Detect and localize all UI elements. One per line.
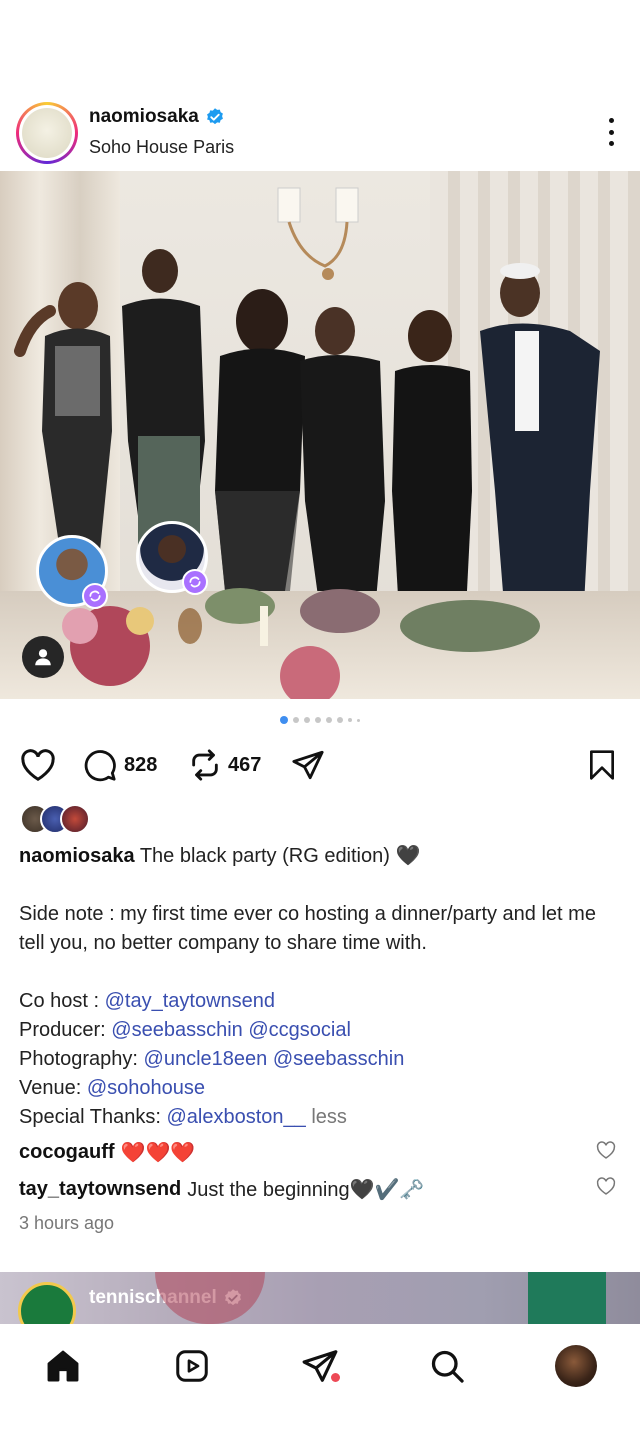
next-post-header[interactable]: tennischannel — [0, 1272, 640, 1324]
user-tags-icon[interactable] — [22, 636, 64, 678]
mention-link[interactable]: @seebasschin — [111, 1019, 242, 1041]
home-icon — [47, 1350, 79, 1382]
carousel-dot — [337, 717, 343, 723]
bookmark-icon — [590, 750, 614, 780]
repost-icon — [192, 749, 218, 781]
comment-row: cocogauff ❤️❤️❤️ — [19, 1140, 599, 1165]
venue-label: Venue: — [19, 1077, 82, 1099]
comment-row: tay_taytownsend Just the beginning🖤✔️🗝️ — [19, 1177, 599, 1202]
carousel-dot — [293, 717, 299, 723]
save-button[interactable] — [586, 748, 618, 782]
caption-side-note: Side note : my first time ever co hostin… — [19, 903, 596, 954]
collab-badge-icon — [182, 569, 208, 595]
heart-icon — [21, 749, 55, 781]
mention-link[interactable]: @uncle18een — [144, 1048, 268, 1070]
mention-link[interactable]: @ccgsocial — [248, 1019, 351, 1041]
carousel-dot — [348, 718, 352, 722]
bottom-navigation — [0, 1324, 640, 1436]
liked-by-avatars[interactable] — [20, 804, 100, 834]
carousel-dot — [315, 717, 321, 723]
comment-count: 828 — [124, 753, 158, 776]
next-post-avatar[interactable] — [18, 1282, 76, 1324]
post-actions: 828 467 — [0, 742, 640, 790]
like-button[interactable] — [20, 748, 56, 782]
profile-avatar[interactable] — [16, 102, 78, 164]
carousel-dot — [326, 717, 332, 723]
caption-username[interactable]: naomiosaka — [19, 845, 135, 867]
producer-label: Producer: — [19, 1019, 106, 1041]
carousel-dot — [280, 716, 288, 724]
next-post-banner — [528, 1272, 606, 1324]
mention-link[interactable]: @seebasschin — [273, 1048, 404, 1070]
carousel-dot — [304, 717, 310, 723]
post-header: naomiosaka Soho House Paris — [0, 96, 640, 170]
post-username[interactable]: naomiosaka — [89, 106, 199, 128]
comment-like-heart-icon[interactable] — [596, 1176, 616, 1196]
post-photo[interactable] — [0, 171, 640, 699]
reels-icon — [176, 1350, 208, 1382]
carousel-indicator — [0, 716, 640, 724]
photography-label: Photography: — [19, 1048, 138, 1070]
comment-like-heart-icon[interactable] — [596, 1140, 616, 1160]
comment-text: ❤️❤️❤️ — [120, 1142, 196, 1164]
caption-less-link[interactable]: less — [311, 1106, 347, 1128]
repost-button[interactable]: 467 — [188, 748, 261, 782]
more-options-icon[interactable] — [606, 118, 616, 146]
mention-link[interactable]: @alexboston__ — [167, 1106, 306, 1128]
carousel-dot — [357, 718, 360, 722]
post-location[interactable]: Soho House Paris — [89, 137, 234, 158]
post-timestamp: 3 hours ago — [19, 1213, 115, 1233]
co-host-label: Co host : — [19, 990, 100, 1012]
comment-username[interactable]: cocogauff — [19, 1141, 115, 1164]
notification-dot — [331, 1373, 340, 1382]
comment-text: Just the beginning🖤✔️🗝️ — [187, 1179, 425, 1201]
comment-button[interactable]: 828 — [82, 748, 157, 782]
nav-search[interactable] — [425, 1344, 469, 1388]
caption-title: The black party (RG edition) 🖤 — [139, 845, 421, 867]
nav-home[interactable] — [41, 1344, 85, 1388]
share-button[interactable] — [290, 748, 326, 782]
mention-link[interactable]: @tay_taytownsend — [105, 990, 275, 1012]
verified-badge-icon — [206, 108, 223, 125]
nav-messages[interactable] — [298, 1344, 342, 1388]
nav-reels[interactable] — [170, 1344, 214, 1388]
comment-icon — [84, 750, 116, 782]
search-icon — [431, 1350, 464, 1383]
collab-badge-icon — [82, 583, 108, 609]
next-post-logo — [155, 1272, 265, 1324]
profile-avatar — [555, 1345, 597, 1387]
comment-username[interactable]: tay_taytownsend — [19, 1178, 181, 1201]
liker-avatar — [60, 804, 90, 834]
post-author[interactable]: naomiosaka — [89, 106, 225, 128]
nav-profile[interactable] — [554, 1344, 598, 1388]
thanks-label: Special Thanks: — [19, 1106, 161, 1128]
mention-link[interactable]: @sohohouse — [87, 1077, 205, 1099]
post-caption: naomiosaka The black party (RG edition) … — [19, 842, 619, 1132]
repost-count: 467 — [228, 753, 262, 776]
send-icon — [292, 750, 324, 780]
